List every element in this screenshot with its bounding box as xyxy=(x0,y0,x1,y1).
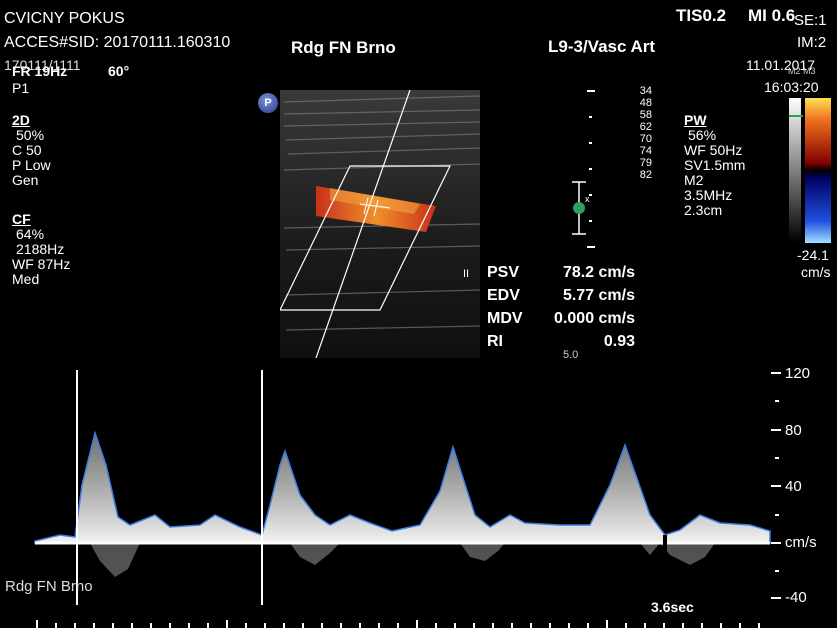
measurement-row: EDV 5.77 cm/s xyxy=(487,287,635,310)
param-cf-wf: WF 87Hz xyxy=(12,256,71,272)
param-2d-c: C 50 xyxy=(12,142,42,158)
sample-volume-marker-icon: x xyxy=(572,181,590,235)
depth-scale-numbers: 34 48 58 62 70 74 79 82 xyxy=(626,85,652,181)
exam-time: 16:03:20 xyxy=(764,79,819,95)
depth-fragment: 5.0 xyxy=(563,349,579,361)
color-scale-bar xyxy=(789,98,831,243)
patient-name: CVICNY POKUS xyxy=(4,10,125,27)
params-cf-title: CF xyxy=(12,211,31,227)
svg-text:x: x xyxy=(585,194,590,204)
preset-p1: P1 xyxy=(12,80,30,96)
velocity-tick-label: -40 xyxy=(785,589,807,606)
bmode-image xyxy=(280,90,480,358)
param-cf-gain: 64% xyxy=(16,226,45,242)
depth-num: 74 xyxy=(639,145,652,157)
se-label: SE:1 xyxy=(794,12,827,29)
velocity-tick-label: 80 xyxy=(785,422,802,439)
depth-num: 62 xyxy=(639,121,652,133)
color-scale-min: -24.1 xyxy=(797,247,829,263)
mi-value: MI 0.6 xyxy=(748,6,796,25)
param-2d-p: P Low xyxy=(12,157,51,173)
sweep-time: 3.6sec xyxy=(651,599,694,615)
institution-title: Rdg FN Brno xyxy=(291,38,396,57)
params-2d-title: 2D xyxy=(12,112,30,128)
frame-rate: FR 19Hz xyxy=(12,63,68,79)
params-cf: CF 64% 2188Hz WF 87Hz Med xyxy=(12,212,70,287)
velocity-tick-label: 120 xyxy=(785,365,811,382)
depth-num: 34 xyxy=(639,85,652,97)
tis-value: TIS0.2 xyxy=(676,6,727,25)
measurement-panel: PSV 78.2 cm/s EDV 5.77 cm/s MDV 0.000 cm… xyxy=(487,264,635,356)
measurement-value: 0.93 xyxy=(603,333,635,350)
measurement-label: RI xyxy=(487,333,503,350)
depth-num: 70 xyxy=(639,133,652,145)
params-2d: 2D 50% C 50 P Low Gen xyxy=(12,113,51,188)
m2-label: M2 M3 xyxy=(788,66,816,76)
params-pw: PW 56% WF 50Hz SV1.5mm M2 3.5MHz 2.3cm xyxy=(684,113,745,218)
measurement-row: PSV 78.2 cm/s xyxy=(487,264,635,287)
param-cf-med: Med xyxy=(12,271,40,287)
access-id: ACCES#SID: 20170111.160310 xyxy=(4,34,231,51)
param-cf-prf: 2188Hz xyxy=(16,241,65,257)
measurement-row: RI 0.93 xyxy=(487,333,635,356)
depth-num: 58 xyxy=(639,109,652,121)
measurement-value: 0.000 cm/s xyxy=(554,310,635,327)
measurement-row: MDV 0.000 cm/s xyxy=(487,310,635,333)
param-pw-depth: 2.3cm xyxy=(684,202,723,218)
measurement-marker: II xyxy=(463,268,470,280)
measurement-label: PSV xyxy=(487,264,520,281)
param-pw-gain: 56% xyxy=(688,127,717,143)
probe-orientation-icon: P xyxy=(258,93,278,113)
depth-num: 82 xyxy=(639,169,652,181)
param-2d-gen: Gen xyxy=(12,172,39,188)
velocity-tick-label: 40 xyxy=(785,478,802,495)
probe-preset: L9-3/Vasc Art xyxy=(548,37,656,56)
velocity-unit-label: cm/s xyxy=(785,534,817,551)
im-label: IM:2 xyxy=(797,34,827,51)
measurement-label: EDV xyxy=(487,287,520,304)
param-pw-freq: 3.5MHz xyxy=(684,187,733,203)
measurement-value: 78.2 cm/s xyxy=(562,264,635,281)
steer-angle: 60° xyxy=(108,63,130,79)
measurement-value: 5.77 cm/s xyxy=(562,287,635,304)
measurement-label: MDV xyxy=(487,310,523,327)
color-scale-unit: cm/s xyxy=(801,264,831,280)
param-2d-gain: 50% xyxy=(16,127,45,143)
param-pw-m: M2 xyxy=(684,172,704,188)
param-pw-wf: WF 50Hz xyxy=(684,142,743,158)
depth-num: 48 xyxy=(639,97,652,109)
footer-institution: Rdg FN Brno xyxy=(5,578,93,595)
params-pw-title: PW xyxy=(684,112,707,128)
param-pw-sv: SV1.5mm xyxy=(684,157,746,173)
depth-num: 79 xyxy=(639,157,652,169)
spectral-doppler-display xyxy=(34,370,781,628)
